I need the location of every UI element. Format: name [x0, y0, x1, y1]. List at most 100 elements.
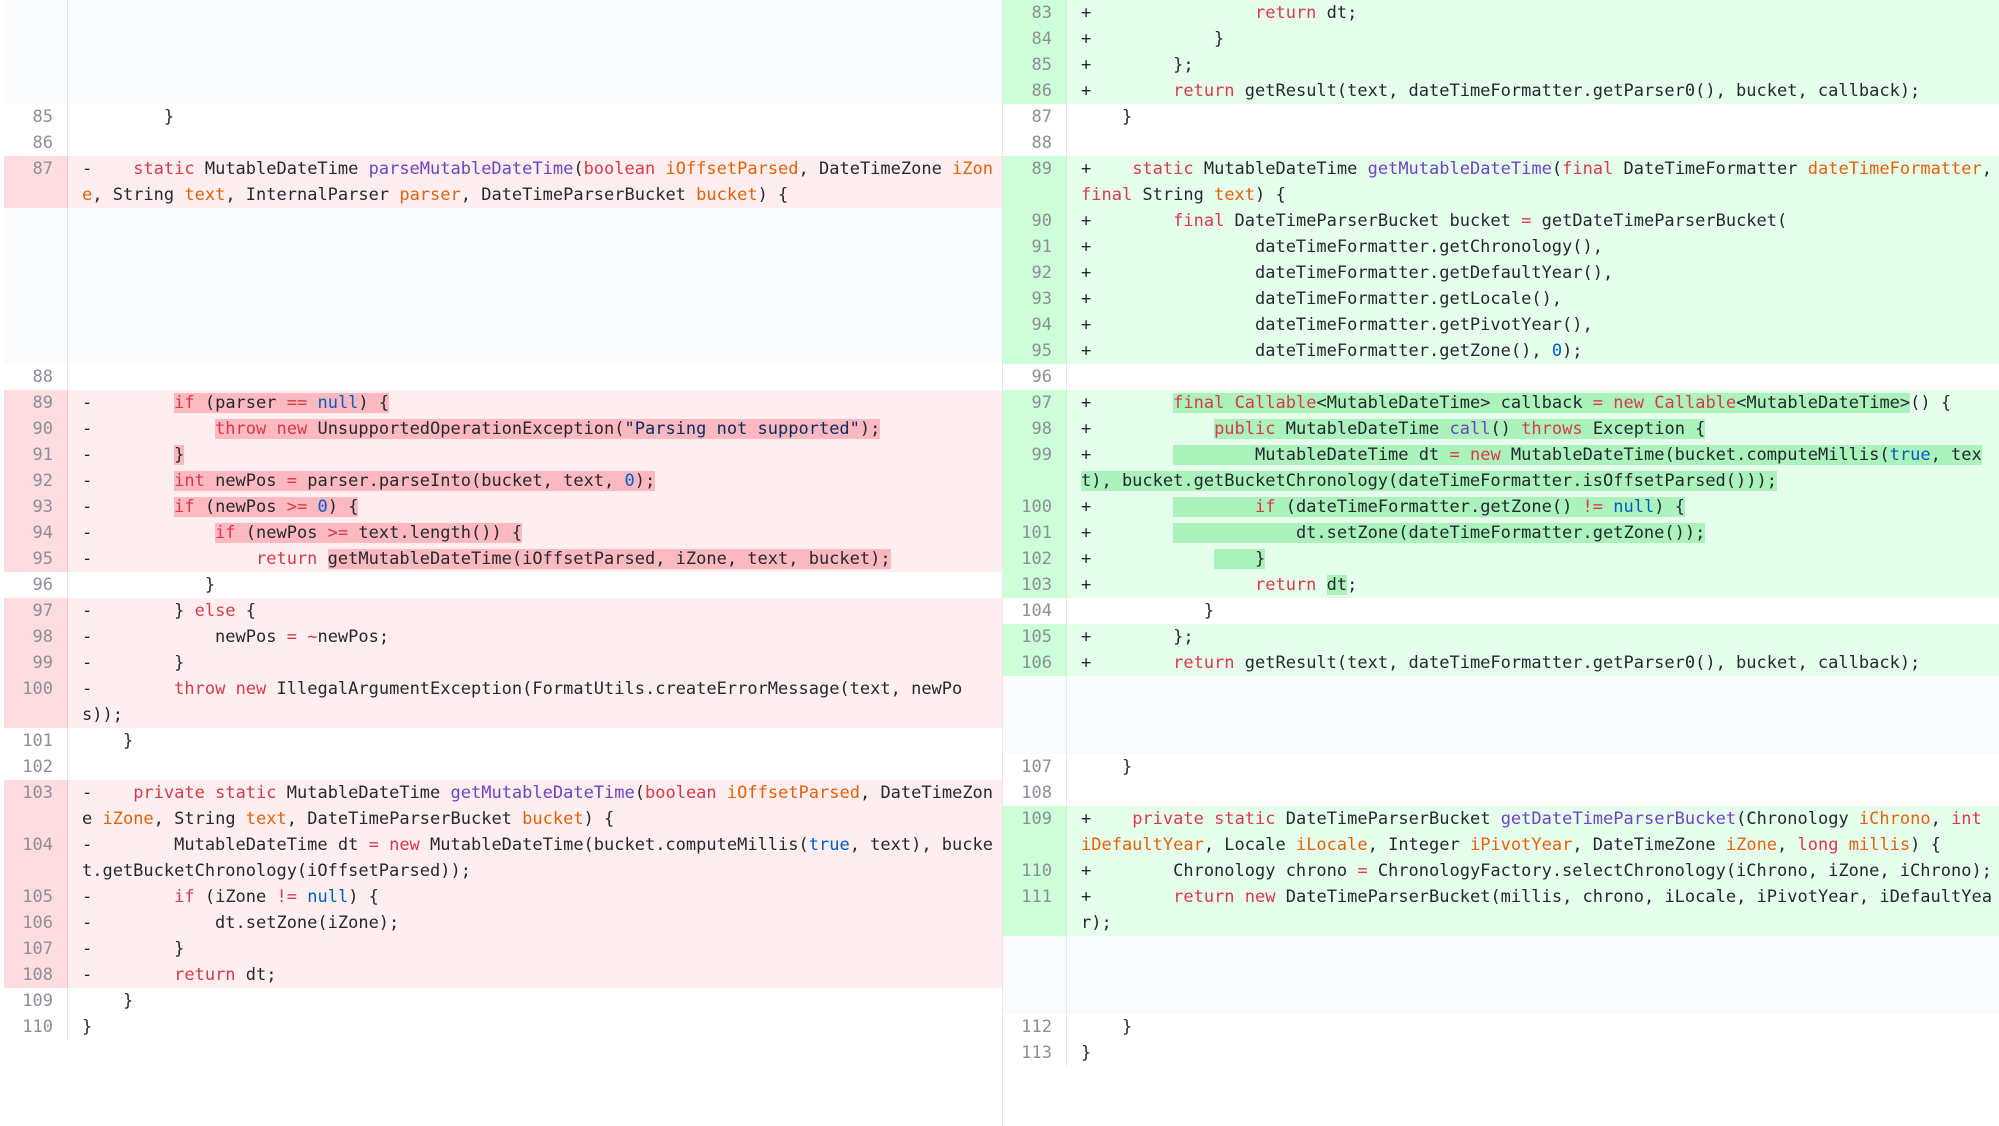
line-number[interactable]: 110	[4, 1014, 68, 1040]
line-number	[1003, 936, 1067, 1014]
line-number[interactable]: 100	[1003, 494, 1067, 520]
added-line: 94 + dateTimeFormatter.getPivotYear(),	[1003, 312, 1999, 338]
line-number[interactable]: 106	[4, 910, 68, 936]
line-number[interactable]: 101	[4, 728, 68, 754]
deleted-line: 98 - newPos = ~newPos;	[4, 624, 1002, 650]
line-number[interactable]: 105	[1003, 624, 1067, 650]
added-line: 101 + dt.setZone(dateTimeFormatter.getZo…	[1003, 520, 1999, 546]
line-number[interactable]: 88	[4, 364, 68, 390]
code-line: - if (iZone != null) {	[82, 887, 379, 907]
code-line: - if (newPos >= text.length()) {	[82, 523, 523, 543]
line-number[interactable]: 92	[1003, 260, 1067, 286]
line-number[interactable]: 88	[1003, 130, 1067, 156]
line-number[interactable]: 90	[4, 416, 68, 442]
context-line: 86	[4, 130, 1002, 156]
added-line: 98 + public MutableDateTime call() throw…	[1003, 416, 1999, 442]
line-number[interactable]: 95	[1003, 338, 1067, 364]
line-number[interactable]: 94	[1003, 312, 1067, 338]
line-number[interactable]: 103	[1003, 572, 1067, 598]
context-line: 101 }	[4, 728, 1002, 754]
added-line: 83 + return dt;	[1003, 0, 1999, 26]
added-line: 103 + return dt;	[1003, 572, 1999, 598]
deleted-line: 107 - }	[4, 936, 1002, 962]
deleted-line: 93 - if (newPos >= 0) {	[4, 494, 1002, 520]
code-line: - }	[82, 653, 185, 673]
empty-filler-line	[4, 0, 1002, 104]
line-number[interactable]: 85	[4, 104, 68, 130]
line-number[interactable]: 103	[4, 780, 68, 832]
line-number[interactable]: 102	[4, 754, 68, 780]
line-number[interactable]: 110	[1003, 858, 1067, 884]
line-number[interactable]: 87	[4, 156, 68, 208]
line-number[interactable]: 89	[1003, 156, 1067, 208]
line-number[interactable]: 91	[4, 442, 68, 468]
code-line: + return dt;	[1081, 3, 1358, 23]
line-number[interactable]: 86	[4, 130, 68, 156]
code-line: }	[82, 1017, 93, 1037]
line-number[interactable]: 99	[1003, 442, 1067, 494]
line-number[interactable]: 96	[1003, 364, 1067, 390]
line-number[interactable]: 108	[4, 962, 68, 988]
context-line: 87 }	[1003, 104, 1999, 130]
line-number[interactable]: 84	[1003, 26, 1067, 52]
line-number[interactable]: 92	[4, 468, 68, 494]
line-number[interactable]: 93	[1003, 286, 1067, 312]
line-number[interactable]: 83	[1003, 0, 1067, 26]
code-line: + final Callable<MutableDateTime> callba…	[1081, 393, 1952, 413]
code-line: }	[1081, 757, 1133, 777]
line-number	[4, 0, 68, 104]
code-line: }	[1081, 601, 1215, 621]
line-number[interactable]: 97	[1003, 390, 1067, 416]
empty-filler-line	[4, 208, 1002, 364]
line-number[interactable]: 101	[1003, 520, 1067, 546]
deleted-line: 104 - MutableDateTime dt = new MutableDa…	[4, 832, 1002, 884]
added-line: 90 + final DateTimeParserBucket bucket =…	[1003, 208, 1999, 234]
line-number[interactable]: 90	[1003, 208, 1067, 234]
line-number[interactable]: 89	[4, 390, 68, 416]
line-number[interactable]: 109	[1003, 806, 1067, 858]
line-number[interactable]: 94	[4, 520, 68, 546]
line-number[interactable]: 97	[4, 598, 68, 624]
code-line: }	[82, 107, 175, 127]
line-number[interactable]: 108	[1003, 780, 1067, 806]
line-number[interactable]: 98	[1003, 416, 1067, 442]
line-number[interactable]: 112	[1003, 1014, 1067, 1040]
code-line: - dt.setZone(iZone);	[82, 913, 400, 933]
line-number[interactable]: 85	[1003, 52, 1067, 78]
empty-filler-line	[1003, 936, 1999, 1014]
line-number[interactable]: 113	[1003, 1040, 1067, 1066]
added-line: 85 + };	[1003, 52, 1999, 78]
line-number[interactable]: 96	[4, 572, 68, 598]
line-number[interactable]: 111	[1003, 884, 1067, 936]
line-number[interactable]: 104	[1003, 598, 1067, 624]
code-line: - private static MutableDateTime getMuta…	[82, 783, 994, 829]
added-line: 109 + private static DateTimeParserBucke…	[1003, 806, 1999, 858]
added-line: 102 + }	[1003, 546, 1999, 572]
code-line: + final DateTimeParserBucket bucket = ge…	[1081, 211, 1788, 231]
line-number[interactable]: 86	[1003, 78, 1067, 104]
line-number[interactable]: 99	[4, 650, 68, 676]
diff-pane-new: 83 + return dt; 84 + } 85 + }; 86 + retu…	[1003, 0, 1999, 1126]
line-number[interactable]: 102	[1003, 546, 1067, 572]
line-number[interactable]: 98	[4, 624, 68, 650]
line-number[interactable]: 104	[4, 832, 68, 884]
line-number[interactable]: 87	[1003, 104, 1067, 130]
code-line: + if (dateTimeFormatter.getZone() != nul…	[1081, 497, 1685, 517]
line-number[interactable]: 107	[4, 936, 68, 962]
line-number[interactable]: 95	[4, 546, 68, 572]
line-number[interactable]: 109	[4, 988, 68, 1014]
line-number[interactable]: 107	[1003, 754, 1067, 780]
line-number[interactable]: 91	[1003, 234, 1067, 260]
line-number[interactable]: 100	[4, 676, 68, 728]
line-number[interactable]: 105	[4, 884, 68, 910]
deleted-line: 108 - return dt;	[4, 962, 1002, 988]
added-line: 89 + static MutableDateTime getMutableDa…	[1003, 156, 1999, 208]
line-number[interactable]: 106	[1003, 650, 1067, 676]
code-line: - }	[82, 445, 185, 465]
line-number[interactable]: 93	[4, 494, 68, 520]
